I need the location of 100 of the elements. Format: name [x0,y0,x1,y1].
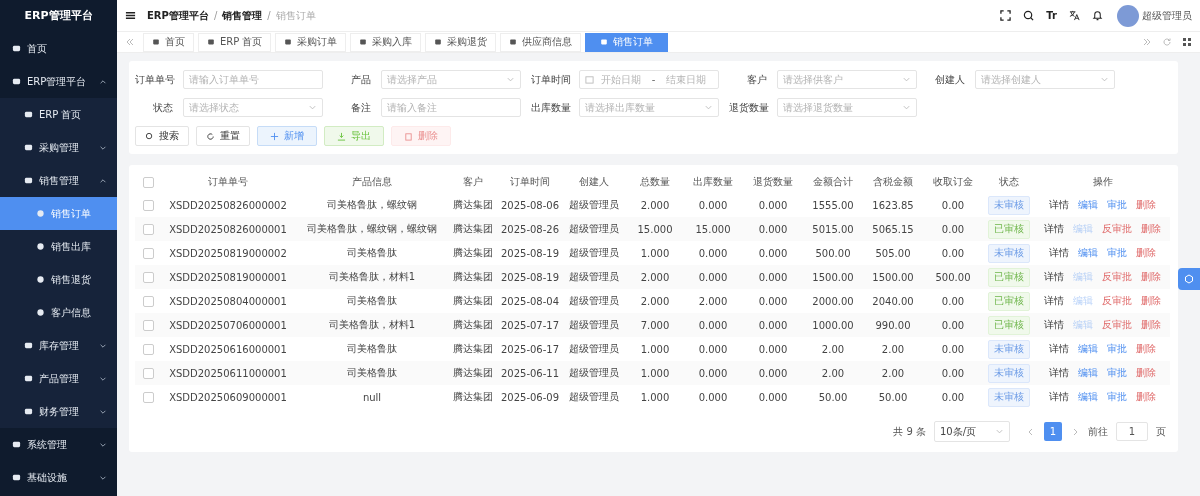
menu-item[interactable]: 基础设施 [0,461,117,494]
table-cell: 2025-06-09 [499,391,561,403]
action-link[interactable]: 详情 [1044,270,1064,284]
start-date-input[interactable]: 开始日期 [594,74,649,85]
checkbox[interactable] [143,176,154,188]
select-field[interactable]: 请选择创建人 [975,70,1115,89]
table-cell-text: 0.000 [757,223,789,235]
checkbox[interactable] [143,391,154,403]
checkbox[interactable] [143,247,154,259]
table-cell-text: 2.00 [820,367,846,379]
table-cell-text: 超级管理员 [568,294,620,308]
bell-icon[interactable] [1092,10,1103,21]
menu-item[interactable]: 财务管理 [0,395,117,428]
action-link[interactable]: 详情 [1044,318,1064,332]
tab[interactable]: ERP 首页 [198,32,272,52]
tab[interactable]: 供应商信息 [500,32,582,52]
date-range-field[interactable]: 开始日期 - 结束日期 [579,70,719,89]
menu-icon [36,275,45,284]
table-cell-text: 司美格鲁肽，螺纹钢 [326,198,418,212]
action-link[interactable]: 编辑 [1078,246,1098,260]
table-cell-text: 超级管理员 [568,246,620,260]
action-link[interactable]: 详情 [1049,390,1069,404]
table-cell-text: 腾达集团 [452,318,494,332]
checkbox[interactable] [143,343,154,355]
checkbox[interactable] [143,295,154,307]
table-cell-text: 1500.00 [871,271,915,283]
action-link[interactable]: 编辑 [1078,390,1098,404]
action-link[interactable]: 详情 [1049,366,1069,380]
checkbox[interactable] [143,271,154,283]
breadcrumb-item[interactable]: ERP管理平台 [147,8,209,23]
menu-item[interactable]: 系统管理 [0,428,117,461]
input-field[interactable]: 请输入备注 [381,98,521,117]
tab[interactable]: 采购退货 [425,32,497,52]
breadcrumb-item[interactable]: 销售管理 [222,8,263,23]
status-tag: 已审核 [988,219,1030,239]
action-link[interactable]: 审批 [1107,198,1127,212]
action-link[interactable]: 详情 [1044,222,1064,236]
action-link[interactable]: 审批 [1107,342,1127,356]
input-field[interactable]: 请输入订单单号 [183,70,323,89]
field-label: 创建人 [934,72,965,87]
select-field[interactable]: 请选择供客户 [777,70,917,89]
menu-item[interactable]: 销售管理 [0,164,117,197]
translate-icon[interactable] [1069,10,1080,21]
checkbox[interactable] [143,223,154,235]
checkbox[interactable] [143,367,154,379]
action-link[interactable]: 编辑 [1078,198,1098,212]
reset-button[interactable]: 重置 [196,126,250,146]
action-link[interactable]: 审批 [1107,390,1127,404]
fullscreen-icon[interactable] [1000,10,1012,21]
column-header: 金额合计 [812,175,854,189]
menu-item[interactable]: 产品管理 [0,362,117,395]
table-cell-text: 司美格鲁肽，螺纹钢，螺纹钢 [306,222,438,236]
search-button[interactable]: 搜索 [135,126,189,146]
checkbox[interactable] [143,319,154,331]
action-link[interactable]: 编辑 [1078,342,1098,356]
select-field[interactable]: 请选择出库数量 [579,98,719,117]
select-field[interactable]: 请选择状态 [183,98,323,117]
font-size-icon[interactable]: Tr [1046,10,1057,21]
search-icon[interactable] [1023,10,1035,21]
menu-item[interactable]: 销售退货 [0,263,117,296]
action-link[interactable]: 详情 [1049,198,1069,212]
action-link[interactable]: 审批 [1107,246,1127,260]
table-cell-text: 1.000 [639,391,671,403]
menu-icon [12,473,21,482]
select-field[interactable]: 请选择产品 [381,70,521,89]
action-link[interactable]: 详情 [1049,342,1069,356]
column-header: 订单时间 [509,175,551,189]
menu-item[interactable]: 库存管理 [0,329,117,362]
tab[interactable]: 首页 [143,32,194,52]
table-cell: 2025-07-17 [499,319,561,331]
menu-item[interactable]: 销售出库 [0,230,117,263]
table-cell-text: XSDD20250804000001 [168,295,288,307]
action-link[interactable]: 详情 [1044,294,1064,308]
menu-icon [36,242,45,251]
tab[interactable]: 采购入库 [350,32,422,52]
menu-item[interactable]: 采购管理 [0,131,117,164]
field-label: 客户 [746,72,767,87]
settings-button[interactable] [1178,268,1200,290]
menu-icon [12,44,21,53]
table-cell-text: 1500.00 [811,271,855,283]
menu-item[interactable]: 客户信息 [0,296,117,329]
menu-icon[interactable] [125,10,136,21]
page-input[interactable]: 1 [1116,422,1148,441]
status-tag: 未审核 [988,363,1030,383]
action-link[interactable]: 详情 [1049,246,1069,260]
select-field[interactable]: 请选择退货数量 [777,98,917,117]
menu-item[interactable]: ERP 首页 [0,98,117,131]
checkbox[interactable] [143,199,154,211]
table-cell-text: 1.000 [639,247,671,259]
end-date-input[interactable]: 结束日期 [658,74,713,85]
tab-icon [152,38,160,46]
tab[interactable]: 采购订单 [275,32,347,52]
menu-item[interactable]: 首页 [0,32,117,65]
menu-item[interactable]: ERP管理平台 [0,65,117,98]
table-cell-text: 0.00 [940,247,966,259]
user-name[interactable]: 超级管理员 [1142,8,1192,23]
total-count: 共 9 条 [893,424,926,439]
avatar[interactable] [1117,4,1139,27]
table-cell-text: 腾达集团 [452,366,494,380]
page-size-select[interactable]: 10条/页 [934,421,1010,442]
